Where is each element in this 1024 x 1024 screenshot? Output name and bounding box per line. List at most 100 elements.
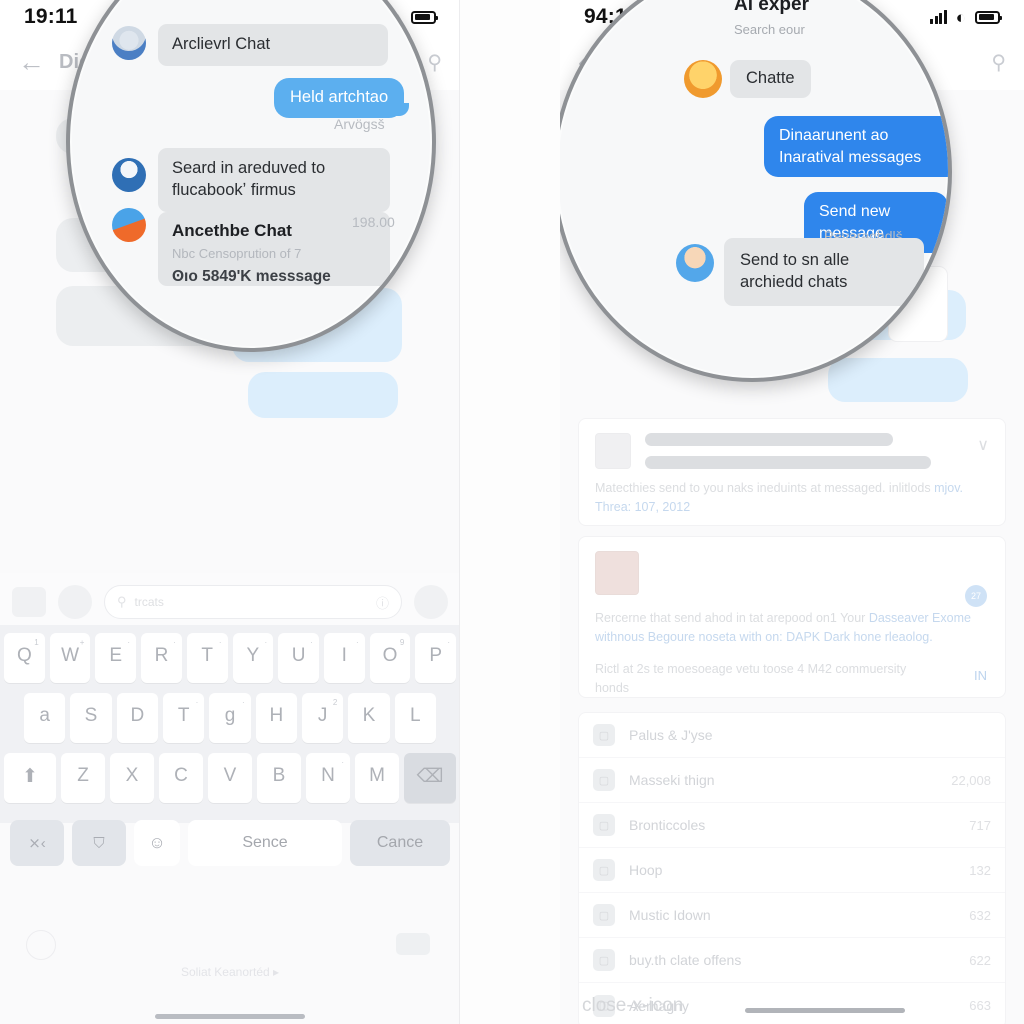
list-item-label: Hoop	[629, 862, 663, 878]
panel-divider	[459, 0, 460, 1024]
list-item[interactable]: ▢ Masseki thign 22,008	[579, 758, 1005, 803]
key-t[interactable]: T ·	[186, 633, 228, 683]
avatar	[112, 26, 146, 60]
keyboard-action-row: ⨯‹ ⛉ ☺ Sence Cance	[0, 820, 460, 866]
left-magnifier-lens: .mpedriChats Arclievrl Chat Held artchta…	[66, 0, 436, 352]
right-lens-content: Al exper Search eour Chatte Dinaarunent …	[560, 0, 948, 378]
keyboard-row-2: a S D T · g · H J 2 K L	[4, 693, 456, 743]
backspace-key[interactable]: ⌫	[404, 753, 456, 803]
list-item-label: Bronticcoles	[629, 817, 706, 833]
list-item[interactable]: ▢ buy.th clate offens 622	[579, 938, 1005, 983]
search-input-value: trcats	[134, 595, 164, 609]
key-s[interactable]: S	[70, 693, 112, 743]
list-item[interactable]: ▢ Mustic Idown 632	[579, 893, 1005, 938]
key-p[interactable]: P ·	[415, 633, 457, 683]
lens-right-header: Al exper	[734, 0, 809, 15]
person-icon[interactable]: ⛉	[72, 820, 126, 866]
list-item[interactable]: ▢ Hoop 132	[579, 848, 1005, 893]
feed-card-paragraph-2: Rictl at 2s te moesoeage vetu toose 4 M4…	[595, 661, 907, 696]
cancel-button[interactable]: Cance	[350, 820, 450, 866]
card-icon: ▢	[593, 814, 615, 836]
chat-row-meta: 198.00	[352, 214, 395, 230]
incoming-bubble[interactable]: Send to sn alle archiedd chats	[724, 238, 924, 306]
key-m[interactable]: M	[355, 753, 399, 803]
ghost-bubble	[248, 372, 398, 418]
battery-icon	[975, 10, 1002, 24]
scissors-icon: ▢	[593, 724, 615, 746]
feed-card[interactable]: 27 Rercerne that send ahod in tat arepoo…	[578, 536, 1006, 698]
key-a[interactable]: a	[24, 693, 66, 743]
key-o[interactable]: O9	[369, 633, 411, 683]
image-thumb-icon	[595, 551, 639, 595]
keyboard-row-3: ⬆ Z X C V B N · M ⌫	[4, 753, 456, 803]
chevron-down-icon[interactable]: ∨	[977, 435, 989, 455]
search-icon: ⚲	[117, 594, 127, 609]
left-lens-content: .mpedriChats Arclievrl Chat Held artchta…	[70, 0, 432, 348]
key-k[interactable]: K	[348, 693, 390, 743]
key-q[interactable]: Q1	[3, 633, 45, 683]
key-t[interactable]: T ·	[163, 693, 205, 743]
avatar	[112, 208, 146, 242]
shift-key[interactable]: ⬆	[4, 753, 56, 803]
key-d[interactable]: D	[116, 693, 158, 743]
list-item[interactable]: ▢ Palus & Jʹyse	[579, 713, 1005, 758]
chat-row-title[interactable]: Arclievrl Chat	[158, 24, 388, 66]
robot-icon: ▢	[593, 769, 615, 791]
key-v[interactable]: V	[208, 753, 252, 803]
key-e[interactable]: E ·	[95, 633, 137, 683]
bell-icon[interactable]: ⚲	[991, 50, 1006, 75]
building-icon: ▢	[593, 859, 615, 881]
close-x-icon[interactable]: close-x-icon	[582, 995, 683, 1017]
outgoing-bubble[interactable]: Held artchtao	[274, 78, 410, 118]
key-x[interactable]: X	[110, 753, 154, 803]
info-circle-icon[interactable]: ⓘ	[376, 593, 389, 612]
chat-row-preview: ʘıo 5849'K messsage	[172, 267, 331, 285]
mode-circle-icon[interactable]	[26, 930, 56, 960]
keyboard-row-1: Q 1 W + E · R · T · Y · U · I · O 9 P ·	[3, 633, 457, 683]
key-z[interactable]: Z	[61, 753, 105, 803]
key-j[interactable]: J2	[301, 693, 344, 743]
key-y[interactable]: Y ·	[232, 633, 274, 683]
list-item-label: Mustic Idown	[629, 907, 711, 923]
voice-pill-icon[interactable]	[396, 933, 430, 955]
key-w[interactable]: W +	[49, 633, 91, 683]
key-l[interactable]: L	[394, 693, 436, 743]
back-arrow-icon[interactable]: ←	[18, 48, 45, 76]
card-tag[interactable]: IN	[974, 668, 987, 683]
key-h[interactable]: H	[255, 693, 297, 743]
outgoing-bubble[interactable]: Dinaarunent ao Inaratival messages	[764, 116, 948, 178]
chat-chip[interactable]: Chatte	[730, 60, 811, 98]
sticker-icon[interactable]	[58, 585, 92, 619]
on-screen-keyboard: Q 1 W + E · R · T · Y · U · I · O 9 P · a S D T · g · H J 2 K L ⬆ ZXCV…	[0, 625, 460, 823]
key-n[interactable]: N ·	[306, 753, 350, 803]
send-button[interactable]: Sence	[188, 820, 342, 866]
chat-row-title[interactable]: Seard in areduved to flucabookʼ firmus	[158, 148, 390, 212]
wifi-icon: ◐	[955, 7, 966, 27]
list-item-label: Palus & Jʹyse	[629, 727, 713, 743]
right-magnifier-lens: Al exper Search eour Chatte Dinaarunent …	[560, 0, 952, 382]
key-u[interactable]: U ·	[278, 633, 319, 683]
keyboard-switch-icon[interactable]: ⨯‹	[10, 820, 64, 866]
camera-icon[interactable]	[12, 587, 46, 617]
list-item-count: 663	[969, 998, 991, 1013]
feed-card-paragraph: Rercerne that send ahod in tat arepood o…	[595, 611, 971, 645]
feed-card[interactable]: Matecthies send to you naks ineduints at…	[578, 418, 1006, 526]
key-b[interactable]: B	[257, 753, 301, 803]
key-g[interactable]: g ·	[209, 693, 251, 743]
list-item-label: buy.th clate offens	[629, 952, 742, 968]
cursor-icon	[595, 433, 631, 469]
key-i[interactable]: I ·	[323, 633, 365, 683]
key-r[interactable]: R ·	[141, 633, 182, 683]
key-c[interactable]: C	[159, 753, 203, 803]
contact-avatar-icon[interactable]	[414, 585, 448, 619]
list-item-count: 717	[969, 817, 991, 833]
list-item-count: 22,008	[951, 772, 991, 788]
list-item-label: Masseki thign	[629, 772, 715, 788]
emoji-icon[interactable]: ☺	[134, 820, 180, 866]
home-indicator	[155, 1014, 305, 1019]
trophy-icon: ▢	[593, 904, 615, 926]
list-item-count: 632	[969, 907, 991, 923]
avatar	[112, 158, 146, 192]
search-input[interactable]: ⚲ trcats ⓘ	[104, 585, 402, 619]
list-item[interactable]: ▢ Bronticcoles 717	[579, 803, 1005, 848]
